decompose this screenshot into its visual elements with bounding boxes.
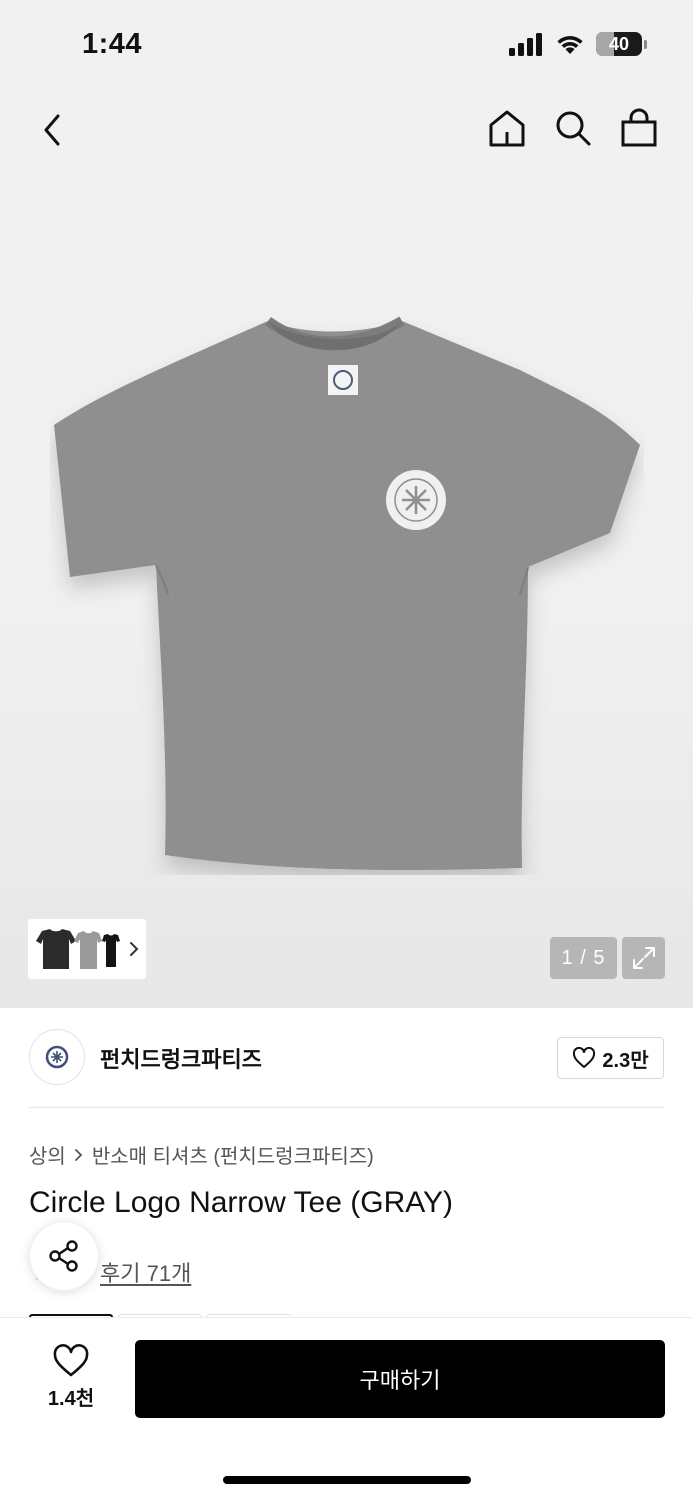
breadcrumb-subcategory[interactable]: 반소매 티셔츠 (펀치드렁크파티즈) — [92, 1140, 374, 1169]
review-link[interactable]: 후기 71개 — [100, 1256, 191, 1288]
status-icons: 40 — [508, 32, 647, 56]
status-time: 1:44 — [82, 28, 143, 60]
color-thumbnails — [36, 929, 120, 969]
brand-name[interactable]: 펀치드렁크파티즈 — [100, 1042, 262, 1074]
status-bar: 1:44 40 — [0, 0, 693, 90]
bottom-action-bar: 1.4천 구매하기 — [0, 1318, 693, 1500]
fullscreen-button[interactable] — [622, 937, 665, 979]
home-button[interactable] — [487, 106, 527, 150]
chevron-right-icon — [130, 942, 139, 956]
breadcrumb-category[interactable]: 상의 — [29, 1140, 66, 1169]
expand-icon — [632, 947, 655, 969]
battery-nub — [644, 39, 647, 49]
signal-icon — [509, 33, 542, 56]
home-icon — [489, 110, 525, 147]
wishlist-button[interactable]: 1.4천 — [30, 1344, 112, 1411]
cart-button[interactable] — [619, 106, 659, 150]
buy-button[interactable]: 구매하기 — [135, 1340, 665, 1418]
product-image — [54, 316, 640, 871]
chevron-right-icon — [74, 1148, 83, 1161]
header-actions — [487, 106, 659, 150]
brand-like-count: 2.3만 — [602, 1049, 649, 1072]
brand-like-button[interactable]: 2.3만 — [557, 1037, 664, 1079]
search-button[interactable] — [553, 106, 593, 150]
battery-icon: 40 — [596, 32, 642, 56]
heart-outline-icon — [573, 1047, 596, 1068]
brand-row[interactable]: 펀치드렁크파티즈 2.3만 — [0, 1008, 693, 1108]
wifi-icon — [557, 36, 583, 54]
battery-percent: 40 — [608, 33, 630, 54]
search-icon — [556, 111, 591, 146]
divider — [29, 1107, 665, 1108]
chevron-left-icon — [44, 114, 60, 146]
heart-outline-icon — [53, 1344, 89, 1377]
shopping-bag-icon — [621, 108, 657, 147]
product-title: Circle Logo Narrow Tee (GRAY) — [29, 1186, 454, 1219]
share-icon — [49, 1240, 78, 1272]
wishlist-count: 1.4천 — [47, 1388, 95, 1410]
brand-emblem-icon — [45, 1045, 69, 1069]
color-thumbnail-strip[interactable] — [28, 919, 146, 979]
back-button[interactable] — [34, 108, 74, 152]
product-image-gallery[interactable]: 1 / 5 — [0, 90, 693, 1008]
image-page-indicator: 1 / 5 — [550, 937, 617, 979]
home-indicator — [223, 1476, 471, 1484]
share-button[interactable] — [29, 1221, 99, 1291]
breadcrumb: 상의 반소매 티셔츠 (펀치드렁크파티즈) — [29, 1140, 374, 1169]
brand-logo[interactable] — [29, 1029, 85, 1085]
